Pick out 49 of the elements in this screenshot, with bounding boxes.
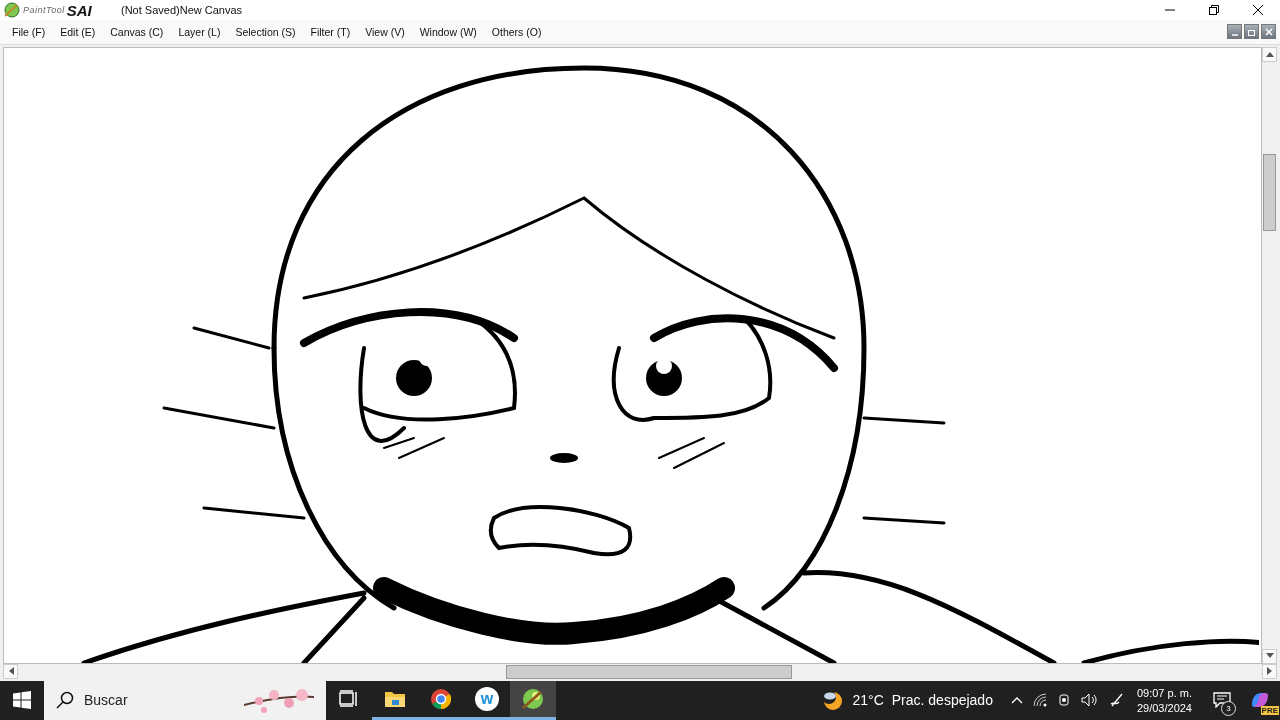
- preview-badge: PRE: [1260, 706, 1279, 715]
- minimize-icon: [1231, 33, 1238, 36]
- task-view-icon: [339, 689, 359, 708]
- browser-icon: [430, 687, 452, 710]
- taskbar-app-button[interactable]: [510, 680, 556, 720]
- restore-icon: [1208, 4, 1220, 16]
- search-field[interactable]: Buscar: [82, 691, 236, 710]
- menu-item[interactable]: File (F): [6, 20, 52, 43]
- camera-icon[interactable]: [1056, 692, 1071, 709]
- scrollbar-thumb[interactable]: [506, 664, 792, 679]
- window-title: (Not Saved)New Canvas: [121, 4, 243, 16]
- clock-date: 29/03/2024: [1136, 701, 1192, 714]
- colorful-swirl-icon: [1250, 691, 1270, 710]
- close-icon: [1263, 26, 1274, 37]
- close-icon: [1252, 4, 1264, 16]
- clock-button[interactable]: 09:07 p. m. 29/03/2024: [1136, 680, 1204, 720]
- copilot-button[interactable]: PRE: [1240, 680, 1280, 720]
- weather-temperature[interactable]: 21°C: [852, 692, 884, 709]
- menu-item[interactable]: Canvas (C): [104, 20, 170, 43]
- scroll-up-icon[interactable]: [1262, 46, 1277, 62]
- weather-description[interactable]: Prac. despejado: [891, 692, 993, 709]
- speaker-icon[interactable]: [1080, 693, 1099, 708]
- minimize-button[interactable]: [1227, 24, 1242, 40]
- app-logo-name: SAI: [66, 1, 92, 19]
- message-icon: [1213, 692, 1231, 709]
- moon-cloud-icon: [822, 689, 845, 712]
- clock-time: 09:07 p. m.: [1136, 686, 1192, 699]
- pen-icon[interactable]: [1108, 692, 1125, 709]
- scroll-down-icon[interactable]: [1262, 648, 1277, 664]
- menu-item[interactable]: Window (W): [413, 20, 483, 43]
- menu-item[interactable]: Edit (E): [54, 20, 102, 43]
- notification-count: 3: [1221, 701, 1236, 716]
- menu-item[interactable]: View (V): [359, 20, 411, 43]
- folder-icon: [384, 689, 406, 708]
- app-letter-icon: w: [475, 686, 499, 711]
- menu-item[interactable]: Others (O): [485, 20, 548, 43]
- search-icon: [56, 691, 74, 710]
- app-logo-text: PaintTool: [23, 5, 65, 15]
- chevron-up-icon[interactable]: [1010, 696, 1023, 705]
- scrollbar-thumb[interactable]: [1263, 153, 1276, 231]
- menu-item[interactable]: Filter (T): [304, 20, 357, 43]
- wifi-icon[interactable]: [1032, 693, 1047, 708]
- menu-item[interactable]: Layer (L): [172, 20, 227, 43]
- vertical-scrollbar[interactable]: [1262, 46, 1277, 664]
- app-logo-icon: [3, 2, 21, 18]
- menu-item[interactable]: Selection (S): [229, 20, 302, 43]
- notifications-button[interactable]: 3: [1204, 680, 1240, 720]
- app-logo-icon: [521, 687, 545, 710]
- windows-logo-icon: [13, 691, 31, 710]
